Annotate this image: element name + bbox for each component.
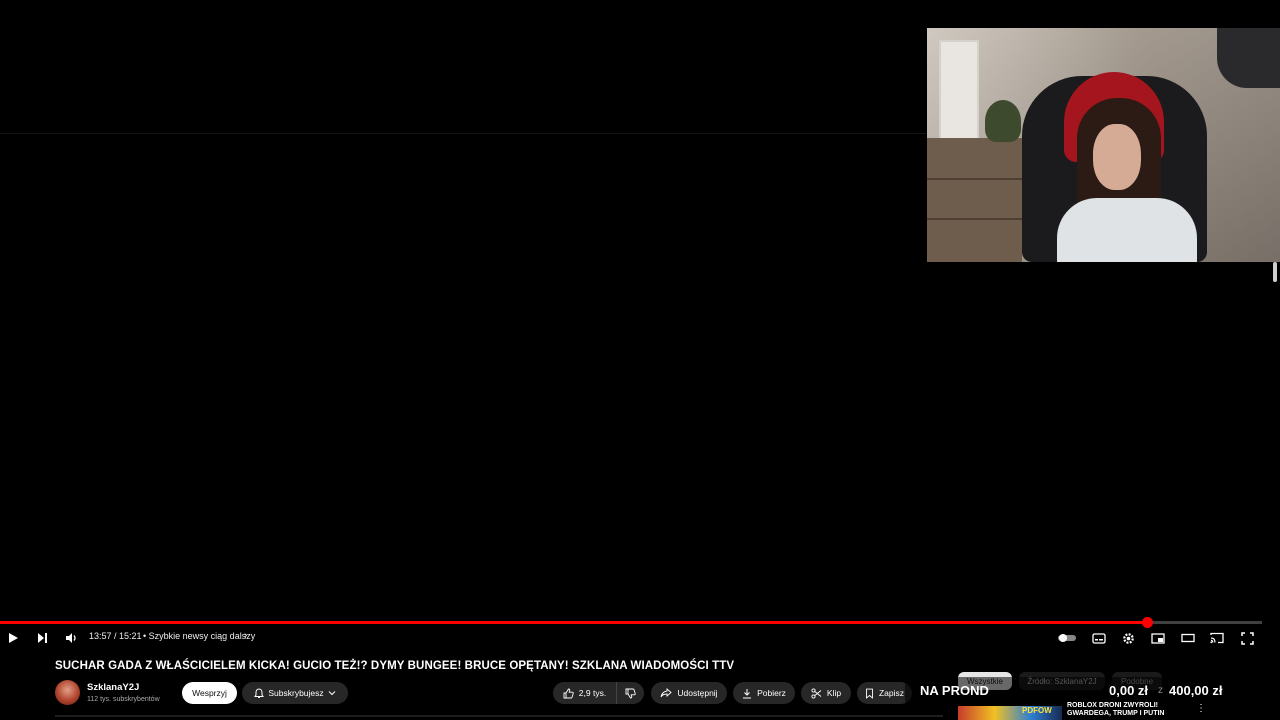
subscribe-label: Subskrybujesz — [268, 688, 324, 698]
recommended-video-title[interactable]: ROBLOX DRONI ZWYROLI! GWARDEGA, TRUMP I … — [1067, 702, 1187, 718]
settings-button[interactable] — [1119, 627, 1137, 649]
autoplay-toggle[interactable] — [1056, 627, 1078, 649]
progress-played — [0, 621, 1148, 624]
play-button[interactable] — [4, 627, 22, 649]
page-scrollbar[interactable] — [1273, 262, 1277, 282]
player-controls: 13:57 / 15:21 • Szybkie newsy ciąg dalsz… — [0, 627, 1280, 649]
dislike-button[interactable] — [616, 682, 644, 704]
subtitles-icon — [1092, 632, 1106, 644]
miniplayer-button[interactable] — [1149, 627, 1167, 649]
fullscreen-icon — [1240, 631, 1254, 645]
cast-button[interactable] — [1208, 627, 1226, 649]
share-icon — [660, 688, 673, 698]
clip-label: Klip — [826, 688, 842, 698]
description-box-edge — [55, 715, 943, 717]
video-player[interactable] — [0, 0, 1280, 650]
download-icon — [743, 688, 752, 698]
play-icon — [9, 633, 18, 643]
share-label: Udostępnij — [677, 688, 718, 698]
scissors-icon — [811, 687, 822, 699]
next-button[interactable] — [33, 627, 51, 649]
progress-bar[interactable] — [0, 617, 1262, 628]
webcam-overlay — [927, 28, 1280, 262]
bookmark-icon — [866, 688, 873, 699]
support-button[interactable]: Wesprzyj — [182, 682, 237, 704]
time-display: 13:57 / 15:21 — [89, 631, 142, 641]
clip-button[interactable]: Klip — [801, 682, 851, 704]
fullscreen-button[interactable] — [1238, 627, 1256, 649]
thumbnail-text: PDFOW — [1022, 706, 1052, 715]
save-button[interactable]: Zapisz — [857, 682, 912, 704]
video-artifact-line — [0, 133, 926, 134]
subscriber-count: 112 tys. subskrybentów — [87, 696, 160, 703]
save-label: Zapisz — [878, 688, 904, 698]
theater-mode-icon — [1181, 633, 1195, 643]
donation-separator: z — [1158, 685, 1163, 696]
donation-goal-amount: 400,00 zł — [1169, 683, 1223, 698]
volume-icon — [65, 633, 76, 643]
chapter-title[interactable]: • Szybkie newsy ciąg dalszy — [143, 631, 255, 641]
more-options-icon[interactable]: ⋮ — [1196, 703, 1206, 714]
autoplay-toggle-icon — [1058, 634, 1076, 642]
cast-icon — [1210, 632, 1224, 644]
share-button[interactable]: Udostępnij — [651, 682, 727, 704]
subtitles-button[interactable] — [1090, 627, 1108, 649]
volume-button[interactable] — [62, 627, 80, 649]
thumbs-up-icon — [563, 688, 574, 698]
like-button[interactable]: 2,9 tys. — [553, 682, 616, 704]
video-title: SUCHAR GADA Z WŁAŚCICIELEM KICKA! GUCIO … — [55, 660, 735, 672]
download-button[interactable]: Pobierz — [733, 682, 795, 704]
chevron-down-icon — [328, 691, 335, 696]
donation-goal-label: NA PROND — [920, 683, 989, 698]
channel-name[interactable]: SzklanaY2J — [87, 682, 139, 693]
subscribe-button[interactable]: Subskrybujesz — [242, 682, 348, 704]
settings-icon — [1122, 632, 1134, 644]
theater-mode-button[interactable] — [1179, 627, 1197, 649]
download-label: Pobierz — [757, 688, 786, 698]
chevron-right-icon[interactable]: › — [244, 630, 247, 641]
like-count: 2,9 tys. — [578, 688, 607, 698]
channel-avatar[interactable] — [55, 680, 80, 705]
miniplayer-icon — [1151, 632, 1165, 644]
donation-current-amount: 0,00 zł — [1109, 683, 1149, 698]
bell-icon — [254, 687, 265, 698]
next-icon — [38, 633, 47, 643]
thumbs-down-icon — [625, 688, 636, 698]
